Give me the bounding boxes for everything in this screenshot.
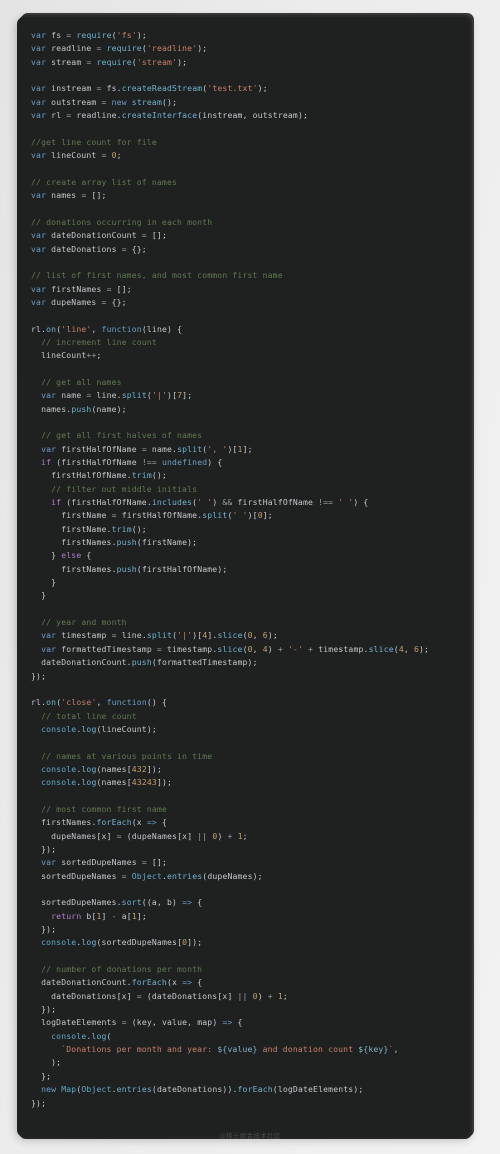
code-line: // year and month [41,617,127,628]
code-line: sortedDupeNames.sort((a, b) => { [41,897,203,908]
code-line: }); [31,843,57,854]
code-line: var instream = fs.createReadStream('test… [31,83,268,94]
code-line: firstNames.push(firstHalfOfName); [61,563,228,574]
code-line: }); [31,924,57,935]
code-block[interactable]: var fs = require('fs'); var readline = re… [17,29,470,1110]
code-line: firstHalfOfName.trim(); [51,470,167,481]
code-line: firstNames.forEach(x => { [41,817,168,828]
code-line: var lineCount = 0; [31,150,122,161]
code-line: var stream = require('stream'); [31,56,188,67]
code-line: var rl = readline.createInterface(instre… [31,110,309,121]
code-line: firstName = firstHalfOfName.split(' ')[0… [61,510,273,521]
code-line: } [31,577,57,588]
code-line: var formattedTimestamp = timestamp.slice… [41,643,430,654]
watermark: @稀土掘金技术社区 [219,1132,281,1140]
code-line: dateDonations[x] = (dateDonations[x] || … [51,990,288,1001]
code-line: console.log( [51,1030,112,1041]
code-line: var timestamp = line.split('|')[4].slice… [41,630,278,641]
code-line: sortedDupeNames = Object.entries(dupeNam… [41,870,263,881]
code-panel: var fs = require('fs'); var readline = re… [17,17,470,1137]
code-line: var outstream = new stream(); [31,96,178,107]
code-line: }); [31,1004,57,1015]
code-line: var firstNames = []; [31,283,132,294]
code-line: // names at various points in time [41,750,213,761]
code-line: // create array list of names [31,176,178,187]
code-line: dateDonationCount.push(formattedTimestam… [41,657,258,668]
code-line: var dateDonationCount = []; [31,230,167,241]
code-line: return b[1] - a[1]; [51,910,147,921]
code-line: }); [31,670,47,681]
code-line: var dupeNames = {}; [31,296,127,307]
code-line: firstNames.push(firstName); [61,537,198,548]
code-line: // list of first names, and most common … [31,270,283,281]
code-line: // number of donations per month [41,964,203,975]
code-line: logDateElements = (key, value, map) => { [41,1017,243,1028]
code-line: var sortedDupeNames = []; [41,857,167,868]
code-line: // get all names [41,376,122,387]
code-line: //get line count for file [31,136,157,147]
code-line: console.log(lineCount); [41,723,157,734]
code-line: var name = line.split('|')[7]; [41,390,193,401]
code-line: `Donations per month and year: ${value} … [61,1044,399,1055]
code-line: new Map(Object.entries(dateDonations)).f… [41,1084,364,1095]
code-line: } else { [31,550,92,561]
code-line: var readline = require('readline'); [31,43,208,54]
code-line: console.log(names[43243]); [41,777,173,788]
code-line: if (firstHalfOfName.includes(' ') && fir… [51,497,369,508]
code-line: console.log(names[432]); [41,763,162,774]
code-line: var fs = require('fs'); [31,30,147,40]
code-line: var dateDonations = {}; [31,243,147,254]
code-line: }); [31,1097,47,1108]
code-line: dateDonationCount.forEach(x => { [41,977,203,988]
code-line: firstName.trim(); [61,523,147,534]
code-line: // total line count [41,710,137,721]
code-line: // filter out middle initials [51,483,198,494]
code-line: names.push(name); [41,403,127,414]
code-line: } [31,590,47,601]
code-line: dupeNames[x] = (dupeNames[x] || 0) + 1; [51,830,248,841]
code-line: console.log(sortedDupeNames[0]); [41,937,203,948]
code-line: // donations occurring in each month [31,216,213,227]
code-line: }; [31,1070,52,1081]
code-line: var firstHalfOfName = name.split(', ')[1… [41,443,253,454]
code-line: // get all first halves of names [41,430,203,441]
code-line: ); [31,1057,62,1068]
code-line: // most common first name [41,803,167,814]
code-line: // increment line count [41,336,157,347]
code-line: lineCount++; [41,350,102,361]
code-line: if (firstHalfOfName !== undefined) { [41,457,223,467]
code-line: var names = []; [31,190,107,201]
code-line: rl.on('line', function(line) { [31,323,183,334]
code-line: rl.on('close', function() { [31,697,167,708]
